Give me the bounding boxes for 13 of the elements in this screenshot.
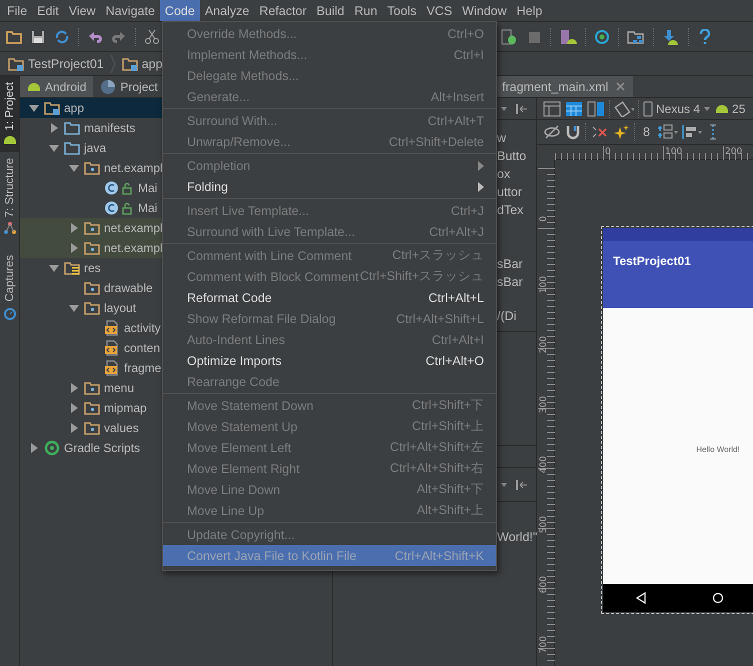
ruler-label: 400 (539, 456, 549, 474)
ruler-label: 200 (725, 147, 742, 157)
hello-text: Hello World! (696, 444, 740, 454)
ruler-label: 300 (539, 396, 549, 414)
ruler-label: 500 (539, 516, 549, 534)
ruler-label: 600 (539, 576, 549, 594)
ruler-label: 200 (539, 336, 549, 354)
ruler-label: 100 (665, 147, 682, 157)
ruler-label: 700 (539, 636, 549, 654)
ruler-label: 0 (605, 147, 611, 157)
ruler-label: 100 (539, 276, 549, 294)
ruler-label: 0 (539, 216, 549, 222)
app-title: TestProject01 (613, 254, 691, 268)
